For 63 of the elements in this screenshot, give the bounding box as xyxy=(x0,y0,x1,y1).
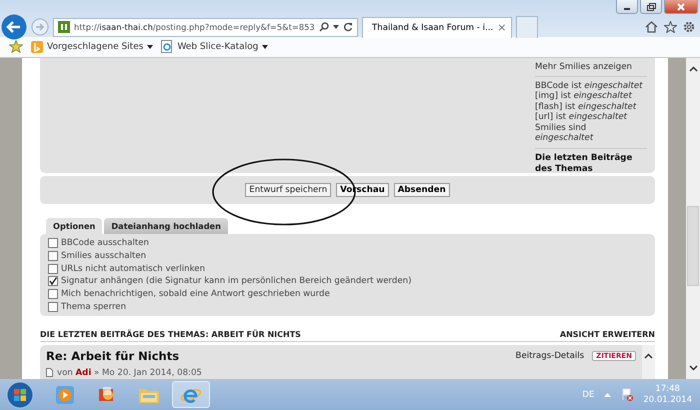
status-line: [flash] ist eingeschaltet xyxy=(535,102,638,112)
favorites-link[interactable]: Web Slice-Katalog xyxy=(161,40,268,54)
scroll-down-icon[interactable] xyxy=(688,365,698,372)
home-icon[interactable] xyxy=(645,21,658,33)
post-title[interactable]: Re: Arbeit für Nichts xyxy=(46,348,180,363)
option-label: URLs nicht automatisch verlinken xyxy=(61,264,206,274)
back-button[interactable] xyxy=(1,14,27,40)
caret-icon xyxy=(147,44,154,49)
option-label: Mich benachrichtigen, sobald eine Antwort geschrieben wurde xyxy=(61,288,330,299)
settings-icon[interactable] xyxy=(683,21,695,33)
checkbox[interactable] xyxy=(48,264,58,274)
favorites-link[interactable]: Vorgeschlagene Sites xyxy=(31,40,154,53)
scroll-up-icon[interactable] xyxy=(644,352,653,359)
favorites-star-icon[interactable] xyxy=(9,40,23,54)
browser-tab[interactable]: Thailand & Isaan Forum - i... × xyxy=(362,16,512,38)
search-icon[interactable] xyxy=(319,22,329,32)
post-author-line: von Adi » Mo 20. Jan 2014, 08:05 xyxy=(57,368,202,378)
scroll-thumb[interactable] xyxy=(687,206,699,286)
scroll-up-icon[interactable] xyxy=(688,66,698,72)
status-line: Smilies sind eingeschaltet xyxy=(535,122,594,144)
status-line: [img] ist eingeschaltet xyxy=(535,91,633,102)
bing-icon xyxy=(31,40,43,53)
status-line: BBCode ist eingeschaltet xyxy=(535,80,644,92)
checkbox[interactable] xyxy=(48,250,58,261)
scrollbar[interactable] xyxy=(642,344,655,380)
options-tab[interactable]: Dateianhang hochladen xyxy=(104,218,228,234)
taskbar-app[interactable] xyxy=(172,381,210,408)
star-icon[interactable] xyxy=(664,21,677,33)
options-tab[interactable]: Optionen xyxy=(46,218,102,234)
checkbox[interactable] xyxy=(48,288,58,299)
checkbox[interactable] xyxy=(48,276,58,286)
checkbox[interactable] xyxy=(48,302,58,312)
page-icon xyxy=(161,40,174,54)
start-button[interactable] xyxy=(6,380,34,409)
checkbox[interactable] xyxy=(48,238,58,248)
restore-icon xyxy=(646,2,656,10)
expand-view-link[interactable]: ANSICHT ERWEITERN xyxy=(560,330,655,339)
restore-button[interactable] xyxy=(640,0,662,14)
tab-title: Thailand & Isaan Forum - i... xyxy=(372,22,494,32)
section-heading: Die letzten Beiträge des Themas xyxy=(535,152,634,175)
option-label: Thema sperren xyxy=(61,302,126,312)
tab-close-button[interactable]: × xyxy=(497,21,506,34)
play-icon xyxy=(55,384,75,405)
caret-icon[interactable] xyxy=(333,25,339,29)
option-label: BBCode ausschalten xyxy=(61,238,149,248)
status-line: [url] ist eingeschaltet xyxy=(535,112,628,123)
caret-icon xyxy=(262,44,268,49)
form-button[interactable]: Absenden xyxy=(394,182,450,197)
address-bar[interactable]: http://isaan-thai.ch/posting.php?mode=reply&f=5&t=853 xyxy=(53,18,358,36)
smilies-link[interactable]: Mehr Smilies anzeigen xyxy=(535,62,647,72)
close-icon xyxy=(676,2,686,10)
post-details-link[interactable]: Beitrags-Details xyxy=(516,350,584,361)
option-label: Smilies ausschalten xyxy=(61,250,146,261)
network-flag-icon[interactable] xyxy=(621,388,634,402)
document-icon xyxy=(46,368,53,378)
site-icon xyxy=(58,21,70,33)
refresh-icon[interactable] xyxy=(343,22,353,32)
form-button[interactable]: Entwurf speichern xyxy=(245,182,332,197)
section-title: DIE LETZTEN BEITRÄGE DES THEMAS: ARBEIT FÜR NICHTS xyxy=(40,330,301,339)
close-button[interactable] xyxy=(664,0,698,14)
scrollbar[interactable] xyxy=(686,58,700,380)
minimize-button[interactable] xyxy=(616,0,638,14)
option-label: Signatur anhängen (die Signatur kann im persönlichen Bereich geändert werden) xyxy=(61,276,412,286)
